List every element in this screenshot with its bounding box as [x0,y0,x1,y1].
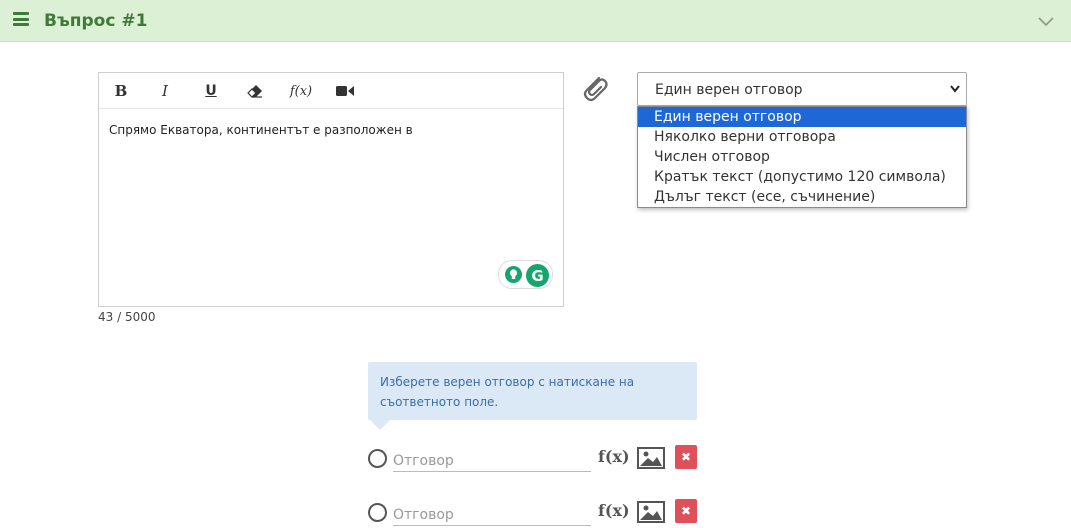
option-single-answer[interactable]: Един верен отговор [638,107,966,127]
answer-radio[interactable] [368,503,387,522]
answer-input[interactable] [393,498,591,526]
chevron-down-icon [950,85,960,93]
delete-answer-button[interactable]: ✖ [675,445,697,469]
option-numeric-answer[interactable]: Числен отговор [638,147,966,167]
paperclip-icon[interactable] [579,72,609,104]
option-multiple-answers[interactable]: Няколко верни отговора [638,127,966,147]
grammarly-logo[interactable]: G [526,264,549,287]
answer-radio[interactable] [368,449,387,468]
question-type-dropdown: Един верен отговор Няколко верни отговор… [637,106,967,208]
option-long-text[interactable]: Дълъг текст (есе, съчинение) [638,187,966,207]
editor-toolbar: B I U f(x) [99,73,563,109]
answer-formula-button[interactable]: f(x) [598,447,630,466]
grammarly-widget[interactable]: G [498,260,553,289]
hint-tail [370,420,390,430]
question-header: Въпрос #1 [0,0,1071,42]
lightbulb-icon[interactable] [505,266,522,283]
formula-button[interactable]: f(x) [287,81,315,101]
menu-icon[interactable] [13,12,29,26]
chevron-down-icon[interactable] [1036,11,1056,31]
question-type-select[interactable]: Един верен отговор [637,72,967,106]
question-title: Въпрос #1 [44,11,148,31]
answer-row: f(x) ✖ [368,442,698,474]
underline-button[interactable]: U [199,81,223,101]
question-text: Спрямо Екватора, континентът е разположе… [109,123,413,137]
video-icon[interactable] [333,81,357,101]
question-editor[interactable]: B I U f(x) Спрямо Екватора, континентът … [98,72,564,307]
image-icon[interactable] [637,447,665,469]
delete-answer-button[interactable]: ✖ [675,499,697,523]
eraser-icon[interactable] [243,81,267,101]
character-counter: 43 / 5000 [98,310,156,324]
bold-button[interactable]: B [109,81,133,101]
option-short-text[interactable]: Кратък текст (допустимо 120 символа) [638,167,966,187]
answer-input[interactable] [393,444,591,472]
answer-formula-button[interactable]: f(x) [598,501,630,520]
question-type-selected: Един верен отговор [655,82,803,98]
italic-button[interactable]: I [153,81,177,101]
instruction-hint: Изберете верен отговор с натискане на съ… [368,362,697,420]
answer-row: f(x) ✖ [368,496,698,528]
